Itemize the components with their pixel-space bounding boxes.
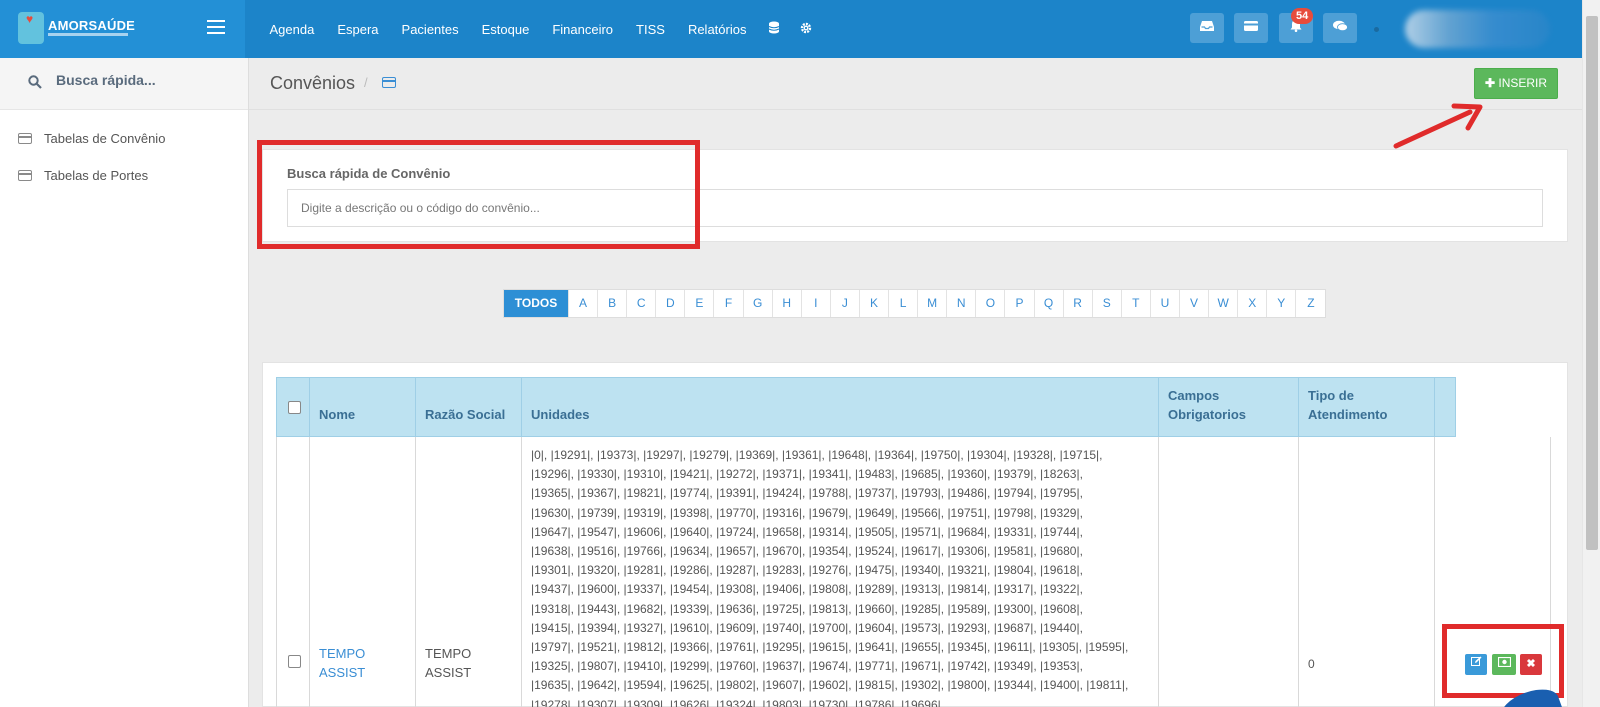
nav-estoque[interactable]: Estoque	[470, 22, 541, 37]
sidebar-item-tabelas-portes[interactable]: Tabelas de Portes	[18, 165, 148, 185]
header-razao-social[interactable]: Razão Social	[425, 405, 505, 424]
filter-u[interactable]: U	[1151, 290, 1180, 317]
cell-razao-social: TEMPO ASSIST	[425, 646, 472, 680]
notification-badge: 54	[1291, 8, 1314, 24]
filter-q[interactable]: Q	[1035, 290, 1064, 317]
scrollbar[interactable]	[1582, 0, 1600, 707]
filter-l[interactable]: L	[889, 290, 919, 317]
filter-d[interactable]: D	[656, 290, 686, 317]
main-nav: Agenda Espera Pacientes Estoque Financei…	[258, 0, 822, 58]
gear-icon[interactable]	[790, 22, 822, 37]
sidebar-search-input[interactable]	[56, 72, 236, 88]
scrollbar-thumb[interactable]	[1586, 16, 1598, 550]
inbox-icon	[1200, 21, 1214, 31]
insert-label: INSERIR	[1498, 76, 1548, 90]
top-navbar: ♥ AMORSAÚDE Agenda Espera Pacientes Esto…	[0, 0, 1582, 58]
plus-icon: ✚	[1484, 76, 1496, 90]
filter-t[interactable]: T	[1122, 290, 1151, 317]
heart-icon: ♥	[26, 12, 34, 26]
nav-relatorios[interactable]: Relatórios	[676, 22, 758, 37]
header-campos-obrigatorios[interactable]: Campos Obrigatorios	[1168, 386, 1278, 424]
database-icon[interactable]	[758, 21, 790, 37]
cell-nome-link[interactable]: TEMPO ASSIST	[319, 644, 399, 682]
row-checkbox[interactable]	[288, 655, 301, 668]
inbox-button[interactable]	[1190, 13, 1224, 43]
nav-financeiro[interactable]: Financeiro	[541, 22, 625, 37]
nav-espera[interactable]: Espera	[326, 22, 390, 37]
page-header: Convênios /	[249, 58, 1582, 110]
filter-todos[interactable]: TODOS	[504, 290, 569, 317]
filter-n[interactable]: N	[947, 290, 977, 317]
page-title: Convênios	[270, 73, 356, 93]
search-icon	[28, 75, 42, 89]
credit-card-icon	[1244, 21, 1258, 31]
alphabet-filter: TODOS A B C D E F G H I J K L M N O P Q …	[503, 289, 1327, 318]
filter-k[interactable]: K	[860, 290, 890, 317]
credit-card-icon	[382, 77, 396, 88]
filter-e[interactable]: E	[685, 290, 715, 317]
user-menu[interactable]	[1405, 10, 1550, 48]
filter-m[interactable]: M	[918, 290, 948, 317]
filter-h[interactable]: H	[773, 290, 802, 317]
sidebar-item-tabelas-convenio[interactable]: Tabelas de Convênio	[18, 128, 165, 148]
filter-p[interactable]: P	[1005, 290, 1035, 317]
annotation-box-actions	[1442, 624, 1564, 698]
annotation-box-search	[257, 140, 700, 249]
annotation-arrow	[1393, 103, 1483, 149]
filter-b[interactable]: B	[598, 290, 628, 317]
header-tipo-atendimento[interactable]: Tipo de Atendimento	[1308, 386, 1408, 424]
breadcrumb-separator: /	[364, 75, 368, 90]
filter-z[interactable]: Z	[1296, 290, 1325, 317]
cell-unidades: |0|, |19291|, |19373|, |19297|, |19279|,…	[531, 448, 1129, 707]
filter-i[interactable]: I	[802, 290, 831, 317]
brand-area: ♥ AMORSAÚDE	[0, 0, 245, 58]
filter-r[interactable]: R	[1064, 290, 1093, 317]
filter-y[interactable]: Y	[1267, 290, 1297, 317]
filter-s[interactable]: S	[1093, 290, 1122, 317]
cell-tipo-atendimento: 0	[1308, 657, 1315, 671]
filter-x[interactable]: X	[1238, 290, 1268, 317]
filter-v[interactable]: V	[1180, 290, 1210, 317]
brand-tagline	[48, 33, 128, 36]
filter-c[interactable]: C	[627, 290, 657, 317]
sidebar-item-label: Tabelas de Convênio	[44, 130, 166, 146]
nav-pacientes[interactable]: Pacientes	[390, 22, 470, 37]
header-nome[interactable]: Nome	[319, 405, 355, 424]
credit-card-icon	[18, 132, 32, 144]
chat-icon	[1332, 20, 1348, 32]
status-dot	[1374, 27, 1379, 32]
header-unidades[interactable]: Unidades	[531, 405, 590, 424]
nav-tiss[interactable]: TISS	[625, 22, 677, 37]
credit-card-icon	[18, 169, 32, 181]
brand-name[interactable]: AMORSAÚDE	[48, 18, 135, 33]
filter-f[interactable]: F	[714, 290, 744, 317]
sidebar-item-label: Tabelas de Portes	[44, 167, 149, 183]
nav-agenda[interactable]: Agenda	[258, 22, 326, 37]
wallet-button[interactable]	[1234, 13, 1268, 43]
filter-g[interactable]: G	[744, 290, 773, 317]
filter-j[interactable]: J	[831, 290, 860, 317]
filter-a[interactable]: A	[569, 290, 599, 317]
chat-button[interactable]	[1323, 13, 1357, 43]
sidebar-search	[0, 58, 248, 110]
insert-button[interactable]: ✚ INSERIR	[1474, 68, 1558, 99]
filter-w[interactable]: W	[1209, 290, 1239, 317]
select-all-checkbox[interactable]	[288, 401, 301, 414]
sidebar	[0, 58, 249, 707]
menu-toggle-icon[interactable]	[207, 20, 225, 34]
filter-o[interactable]: O	[976, 290, 1006, 317]
